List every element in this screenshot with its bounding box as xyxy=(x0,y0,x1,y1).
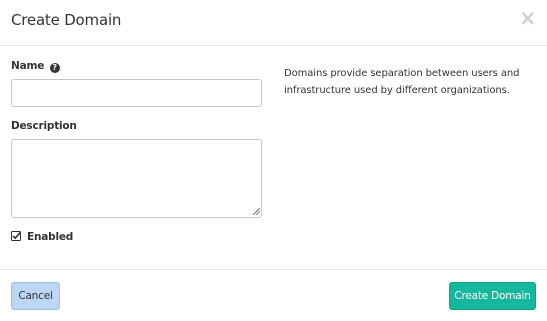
domain-help-text: Domains provide separation between users… xyxy=(284,68,520,96)
dialog-header: Create Domain × xyxy=(0,0,547,46)
close-icon[interactable]: × xyxy=(519,8,537,29)
description-textarea[interactable] xyxy=(11,139,262,218)
description-label: Description xyxy=(11,120,77,132)
resize-grip-icon[interactable] xyxy=(252,207,260,215)
name-input[interactable] xyxy=(11,79,262,107)
dialog-footer: Cancel Create Domain xyxy=(0,269,547,321)
cancel-button[interactable]: Cancel xyxy=(11,282,60,310)
create-domain-button[interactable]: Create Domain xyxy=(449,282,536,310)
enabled-checkbox[interactable]: Enabled xyxy=(11,231,73,245)
enabled-label: Enabled xyxy=(27,231,74,243)
question-circle-icon[interactable]: ? xyxy=(49,63,60,73)
name-label: Name xyxy=(11,60,45,72)
checkbox-checked-icon[interactable] xyxy=(11,231,21,241)
dialog-title: Create Domain xyxy=(11,11,122,29)
name-label-row: Name ? xyxy=(11,60,60,73)
create-domain-dialog: Create Domain × Name ? Description Enabl… xyxy=(0,0,547,321)
